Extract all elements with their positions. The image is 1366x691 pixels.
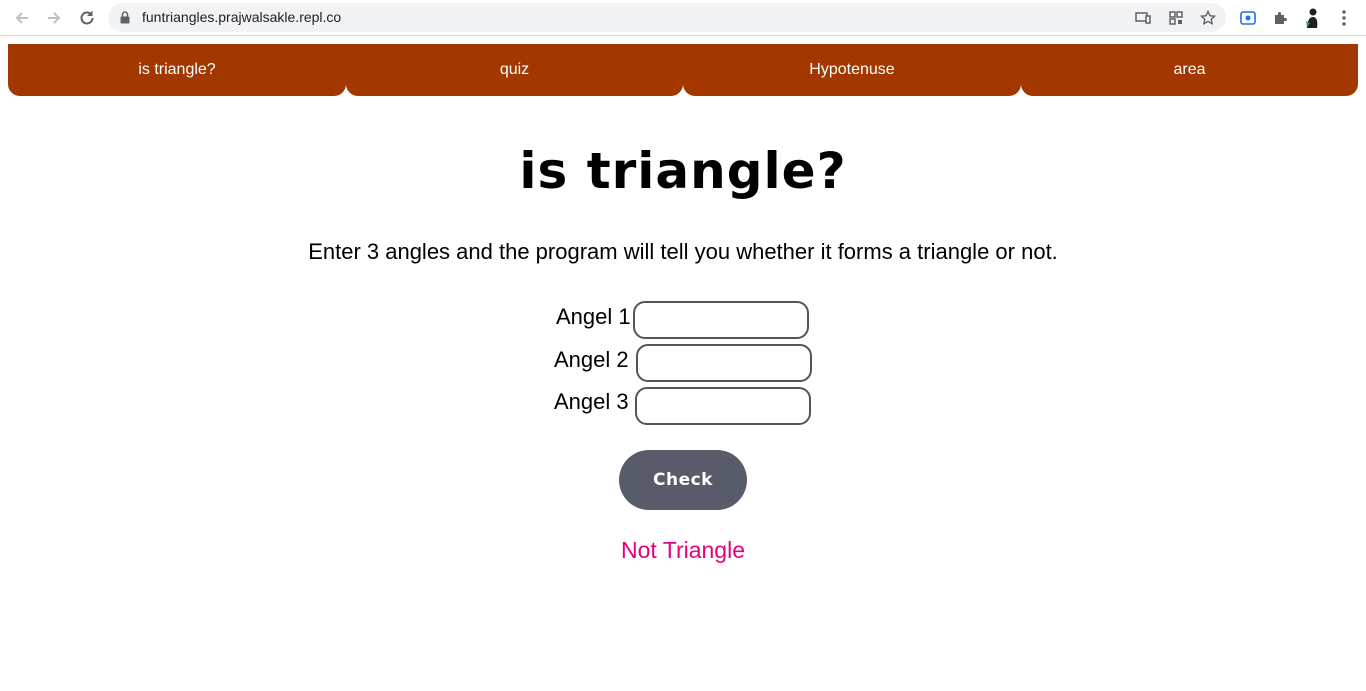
extensions-icon[interactable] [1268,6,1292,30]
nav-tab-is-triangle[interactable]: is triangle? [8,44,346,96]
instructions-text: Enter 3 angles and the program will tell… [308,239,1058,264]
reload-button[interactable] [74,5,100,31]
angle-2-input[interactable] [636,344,812,382]
angle-1-label: Angel 1 [556,304,631,329]
nav-tab-area[interactable]: area [1021,44,1358,96]
screen-capture-icon[interactable] [1236,6,1260,30]
back-icon [15,12,28,24]
result-output: Not Triangle [620,537,745,563]
forward-button[interactable] [41,5,67,31]
angle-3-label: Angel 3 [554,389,629,414]
angle-3-input[interactable] [635,387,811,425]
browser-toolbar: funtriangles.prajwalsakle.repl.co [0,0,1366,36]
url-text[interactable]: funtriangles.prajwalsakle.repl.co [142,9,341,25]
lock-icon [120,11,130,29]
back-button[interactable] [9,5,35,31]
site-navigation: is triangle? quiz Hypotenuse area [8,44,1358,96]
nav-tab-hypotenuse[interactable]: Hypotenuse [683,44,1021,96]
forward-icon [48,12,61,24]
profile-avatar[interactable] [1300,6,1324,30]
page-title: is triangle? [519,142,847,200]
bookmark-star-icon[interactable] [1197,7,1219,29]
angle-2-label: Angel 2 [554,347,629,372]
more-menu-icon[interactable] [1332,6,1356,30]
angle-1-input[interactable] [633,301,809,339]
check-button[interactable]: Check [619,450,747,510]
qr-code-icon[interactable] [1165,7,1187,29]
address-bar[interactable]: funtriangles.prajwalsakle.repl.co [108,3,1226,32]
nav-tab-quiz[interactable]: quiz [346,44,683,96]
cast-icon[interactable] [1132,7,1154,29]
reload-icon [80,11,94,25]
